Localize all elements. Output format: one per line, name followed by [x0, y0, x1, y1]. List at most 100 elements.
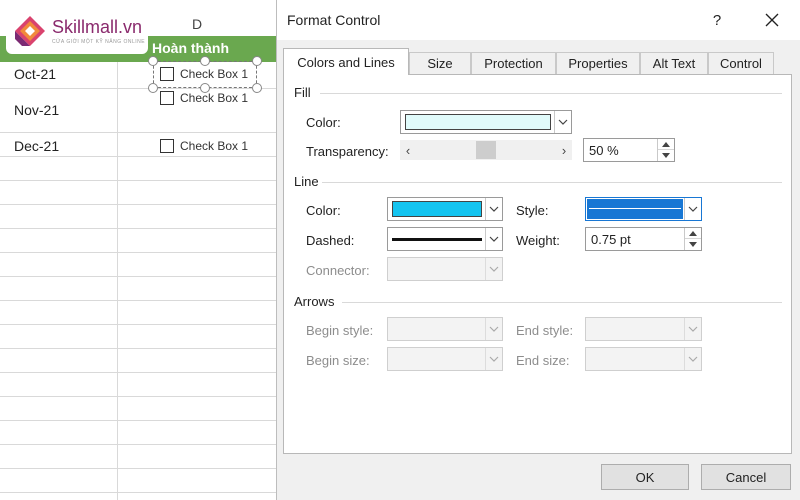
grid-row-line [0, 132, 276, 133]
checkbox-nov[interactable]: Check Box 1 [160, 91, 248, 105]
chevron-down-icon [485, 348, 502, 370]
transparency-slider[interactable]: ‹ › [400, 140, 572, 160]
checkbox-label: Check Box 1 [180, 91, 249, 105]
transparency-spinner[interactable]: 50 % [583, 138, 675, 162]
close-icon [765, 13, 779, 27]
cell-month-oct[interactable]: Oct-21 [14, 66, 56, 82]
line-color-label: Color: [306, 203, 341, 218]
end-style-label: End style: [516, 323, 574, 338]
skillmall-logo: Skillmall.vn CỬA GIỚI MỘT KỸ NĂNG ONLINE [6, 8, 148, 54]
cell-month-dec[interactable]: Dec-21 [14, 138, 59, 154]
resize-handle[interactable] [252, 56, 262, 66]
grid-column-line [117, 62, 118, 500]
section-divider [342, 302, 782, 303]
slider-left-arrow-icon[interactable]: ‹ [400, 140, 416, 160]
spin-down-icon[interactable] [658, 150, 674, 161]
grid-row-line [0, 348, 276, 349]
tab-colors-and-lines[interactable]: Colors and Lines [283, 48, 409, 75]
cell-month-nov[interactable]: Nov-21 [14, 102, 59, 118]
tab-panel-colors-and-lines: Fill Color: Transparency: ‹ › 50 % Line … [283, 74, 792, 454]
grid-row-line [0, 228, 276, 229]
begin-style-label: Begin style: [306, 323, 374, 338]
line-color-dropdown[interactable] [387, 197, 503, 221]
end-size-dropdown [585, 347, 702, 371]
line-style-selected [587, 199, 683, 219]
end-style-dropdown [585, 317, 702, 341]
grid-row-line [0, 492, 276, 493]
close-button[interactable] [757, 6, 787, 34]
section-divider [322, 182, 782, 183]
skillmall-logo-icon [15, 16, 45, 46]
logo-tagline: CỬA GIỚI MỘT KỸ NĂNG ONLINE [52, 39, 146, 45]
grid-row-line [0, 324, 276, 325]
grid-row-line [0, 444, 276, 445]
dashed-solid-preview [392, 238, 482, 241]
fill-color-dropdown[interactable] [400, 110, 572, 134]
slider-thumb[interactable] [476, 141, 496, 159]
spin-down-icon[interactable] [685, 239, 701, 250]
tab-protection[interactable]: Protection [471, 52, 556, 74]
checkbox-square[interactable] [160, 91, 174, 105]
tab-control[interactable]: Control [708, 52, 774, 74]
chevron-down-icon [485, 258, 502, 280]
dashed-dropdown[interactable] [387, 227, 503, 251]
begin-size-label: Begin size: [306, 353, 370, 368]
grid-row-line [0, 300, 276, 301]
connector-label: Connector: [306, 263, 370, 278]
fill-color-label: Color: [306, 115, 341, 130]
section-line: Line [294, 174, 319, 189]
tab-alt-text[interactable]: Alt Text [640, 52, 708, 74]
line-style-dropdown[interactable] [585, 197, 702, 221]
chevron-down-icon[interactable] [485, 228, 502, 250]
resize-handle[interactable] [252, 83, 262, 93]
weight-label: Weight: [516, 233, 560, 248]
help-button[interactable]: ? [705, 8, 729, 32]
dashed-label: Dashed: [306, 233, 355, 248]
tab-properties[interactable]: Properties [556, 52, 640, 74]
ok-button[interactable]: OK [601, 464, 689, 490]
begin-size-dropdown [387, 347, 503, 371]
resize-handle[interactable] [200, 56, 210, 66]
chevron-down-icon[interactable] [554, 111, 571, 133]
dialog-titlebar[interactable]: Format Control ? [277, 0, 800, 40]
grid-row-line [0, 372, 276, 373]
section-fill: Fill [294, 85, 311, 100]
section-divider [320, 93, 782, 94]
section-arrows: Arrows [294, 294, 335, 309]
spin-up-icon[interactable] [685, 228, 701, 239]
fill-color-swatch [405, 114, 551, 130]
spreadsheet: D Hoàn thành Oct-21 Nov-21 Dec-21 Check … [0, 0, 276, 500]
spin-up-icon[interactable] [658, 139, 674, 150]
checkbox-dec[interactable]: Check Box 1 [160, 139, 248, 153]
weight-spinner[interactable]: 0.75 pt [585, 227, 702, 251]
begin-style-dropdown [387, 317, 503, 341]
end-size-label: End size: [516, 353, 570, 368]
tab-size[interactable]: Size [409, 52, 471, 74]
grid-row-line [0, 252, 276, 253]
chevron-down-icon [684, 318, 701, 340]
logo-name: Skillmall.vn [52, 17, 143, 37]
connector-dropdown [387, 257, 503, 281]
dialog-title: Format Control [287, 12, 381, 28]
grid-row-line [0, 420, 276, 421]
grid-row-line [0, 396, 276, 397]
chevron-down-icon [485, 318, 502, 340]
grid-row-line [0, 180, 276, 181]
line-style-label: Style: [516, 203, 549, 218]
cancel-button[interactable]: Cancel [701, 464, 791, 490]
transparency-label: Transparency: [306, 144, 389, 159]
resize-handle[interactable] [200, 83, 210, 93]
chevron-down-icon[interactable] [485, 198, 502, 220]
line-color-swatch [392, 201, 482, 217]
resize-handle[interactable] [148, 83, 158, 93]
grid-row-line [0, 276, 276, 277]
screen: D Hoàn thành Oct-21 Nov-21 Dec-21 Check … [0, 0, 800, 500]
checkbox-label: Check Box 1 [180, 139, 249, 153]
grid-row-line [0, 204, 276, 205]
chevron-down-icon[interactable] [684, 198, 701, 220]
slider-right-arrow-icon[interactable]: › [556, 140, 572, 160]
grid-row-line [0, 88, 276, 89]
resize-handle[interactable] [148, 56, 158, 66]
checkbox-square[interactable] [160, 139, 174, 153]
header-cell-hoan-thanh[interactable]: Hoàn thành [152, 40, 229, 56]
